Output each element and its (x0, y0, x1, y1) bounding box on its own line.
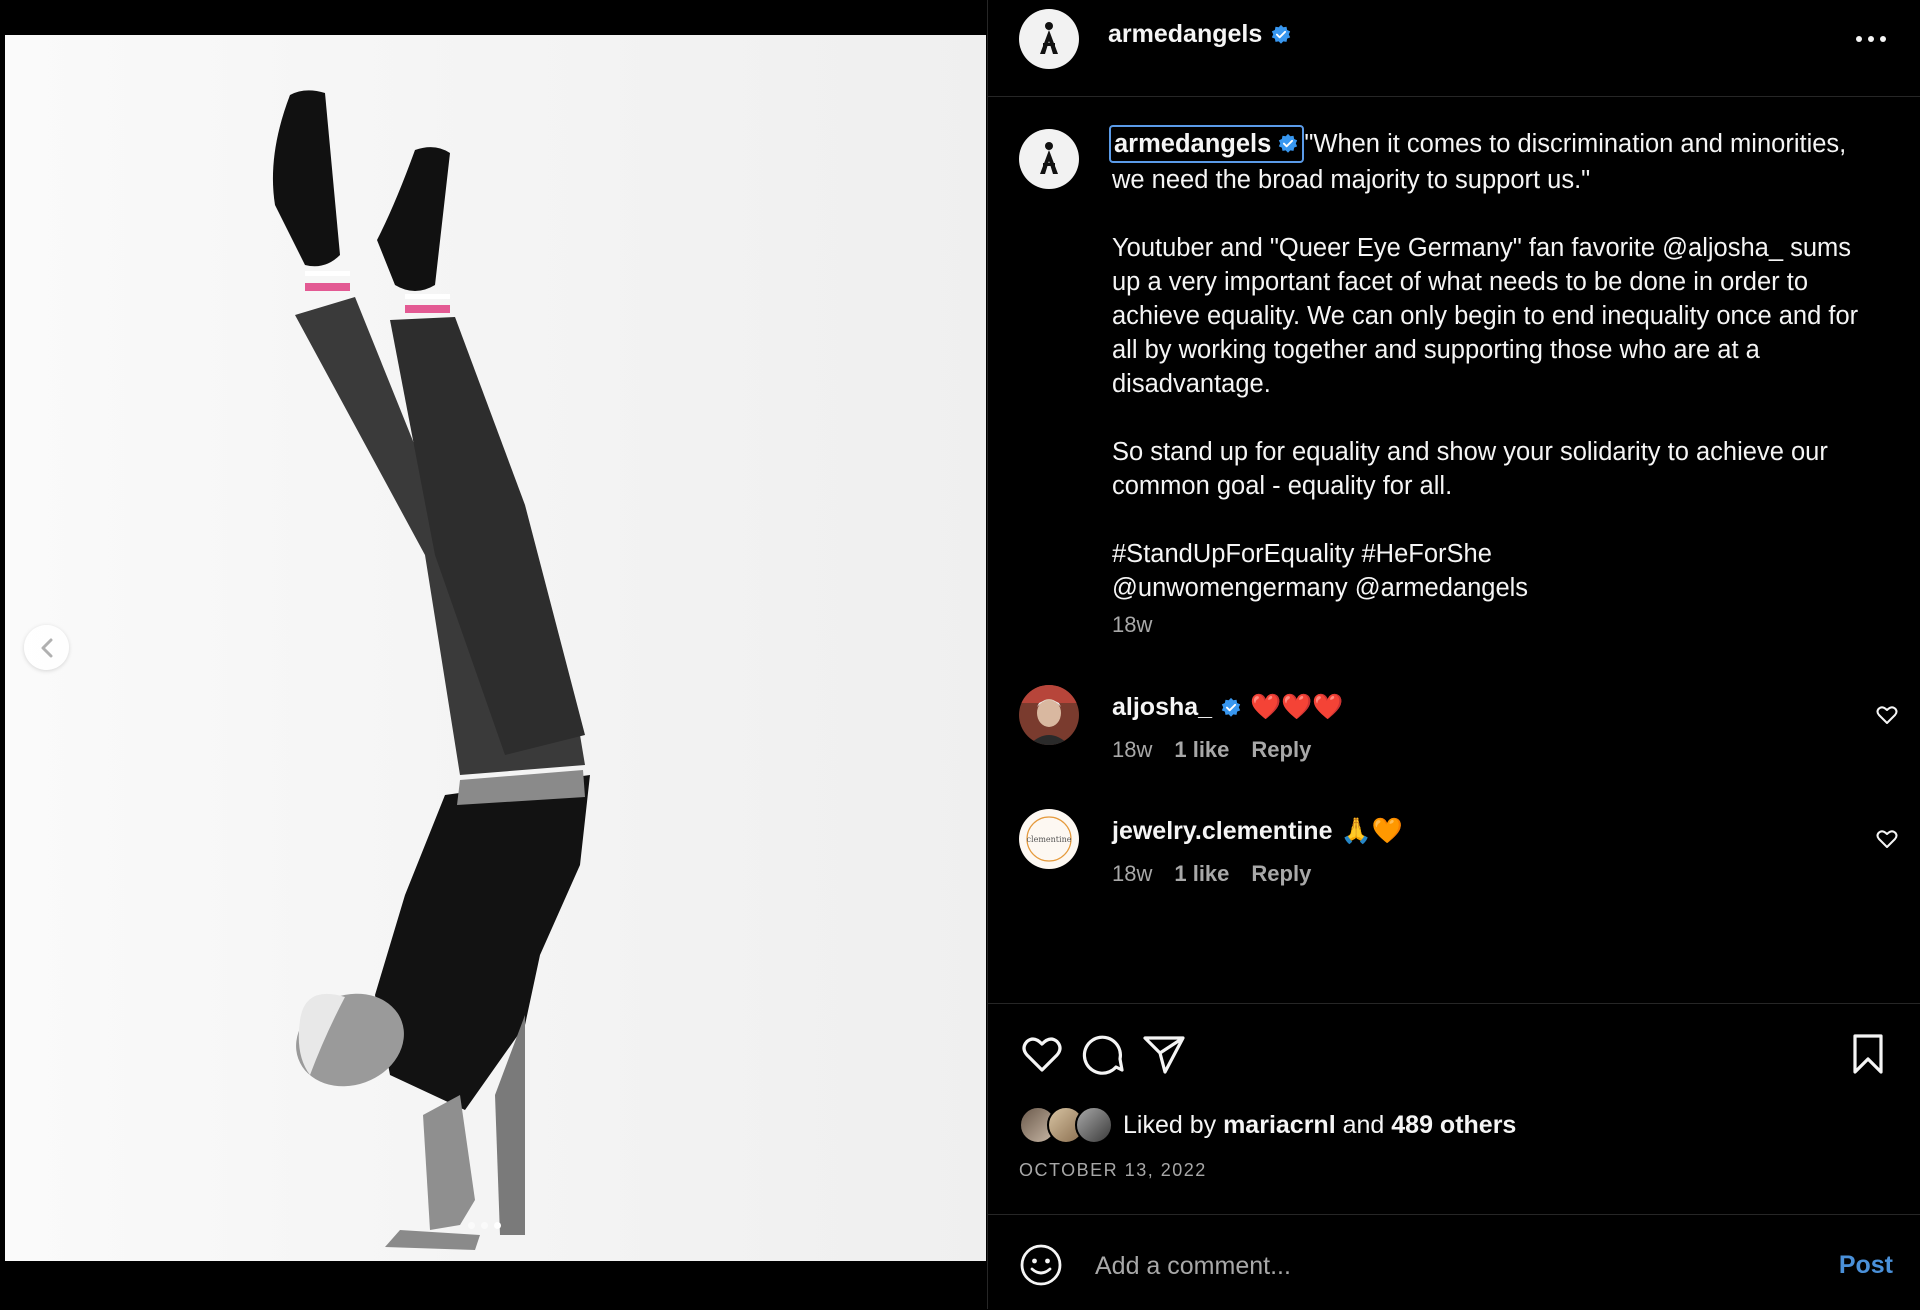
comment-composer: Post (988, 1214, 1920, 1310)
caption-hashtags[interactable]: #StandUpForEquality #HeForShe @unwomenge… (1112, 540, 1528, 602)
avatar (1075, 1106, 1113, 1144)
carousel-prev-button[interactable] (24, 625, 69, 670)
liked-by-others[interactable]: 489 others (1391, 1111, 1516, 1140)
post-actions: Liked by mariacrnl and 489 others OCTOBE… (988, 1003, 1920, 1214)
liker-avatars[interactable] (1019, 1106, 1113, 1144)
more-horizontal-icon[interactable] (1851, 24, 1891, 54)
comment-text: 🙏🧡 (1340, 817, 1403, 845)
post-details-panel: armedangels armedangels "When it comes to… (987, 0, 1920, 1309)
chevron-left-icon (41, 638, 52, 657)
post-comment-button[interactable]: Post (1839, 1251, 1893, 1280)
share-icon[interactable] (1141, 1031, 1187, 1077)
comment-icon[interactable] (1080, 1031, 1126, 1077)
caption-timestamp[interactable]: 18w (1112, 612, 1152, 638)
caption-text: armedangels "When it comes to discriminat… (1109, 125, 1872, 605)
avatar[interactable] (1019, 685, 1079, 745)
post-photo (5, 35, 986, 1261)
carousel-dot (481, 1222, 488, 1229)
liked-by-user[interactable]: mariacrnl (1223, 1111, 1336, 1140)
armedangels-logo-icon (1040, 22, 1058, 54)
likes-summary: Liked by mariacrnl and 489 others (1019, 1106, 1516, 1144)
comment-likes[interactable]: 1 like (1174, 861, 1229, 887)
heart-icon[interactable] (1019, 1031, 1065, 1077)
caption-paragraph: Youtuber and "Queer Eye Germany" fan fav… (1112, 234, 1866, 398)
avatar[interactable]: clementine (1019, 809, 1079, 869)
comment-input[interactable] (1093, 1243, 1777, 1289)
post-caption: armedangels "When it comes to discriminat… (988, 100, 1920, 1000)
avatar[interactable] (1019, 9, 1079, 69)
heart-icon[interactable] (1875, 703, 1899, 727)
emoji-icon[interactable] (1019, 1243, 1063, 1287)
verified-badge-icon (1272, 24, 1291, 44)
comment-reply-button[interactable]: Reply (1251, 737, 1311, 763)
aljosha-avatar-image (1019, 685, 1079, 745)
verified-badge-icon (1221, 697, 1241, 717)
caption-paragraph: So stand up for equality and show your s… (1112, 438, 1835, 500)
handstand-photo-illustration (272, 90, 590, 1250)
caption-username[interactable]: armedangels (1109, 125, 1305, 163)
media-viewer (0, 0, 987, 1309)
comment-reply-button[interactable]: Reply (1251, 861, 1311, 887)
comment-username[interactable]: aljosha_ (1112, 693, 1212, 722)
comment-timestamp[interactable]: 18w (1112, 737, 1152, 763)
verified-badge-icon (1279, 133, 1298, 153)
carousel-indicator (468, 1222, 501, 1229)
clementine-logo-text: clementine (1027, 835, 1072, 844)
comment-timestamp[interactable]: 18w (1112, 861, 1152, 887)
comment-text: ❤️❤️❤️ (1250, 693, 1344, 721)
comment-username[interactable]: jewelry.clementine (1112, 817, 1332, 846)
post-header: armedangels (988, 0, 1920, 97)
comment-likes[interactable]: 1 like (1174, 737, 1229, 763)
post-date[interactable]: OCTOBER 13, 2022 (1019, 1160, 1207, 1181)
bookmark-icon[interactable] (1845, 1031, 1891, 1077)
liked-by-prefix: Liked by (1123, 1110, 1217, 1139)
header-username[interactable]: armedangels (1108, 20, 1262, 49)
comment-item: aljosha_ ❤️❤️❤️ 18w 1 like Reply (988, 685, 1920, 775)
clementine-logo-icon: clementine (1020, 810, 1078, 868)
armedangels-logo-icon (1040, 142, 1058, 174)
avatar[interactable] (1019, 129, 1079, 189)
carousel-dot-active (494, 1222, 501, 1229)
heart-icon[interactable] (1875, 827, 1899, 851)
carousel-dot (468, 1222, 475, 1229)
liked-by-and: and (1342, 1110, 1385, 1139)
comment-item: clementine jewelry.clementine 🙏🧡 18w 1 l… (988, 809, 1920, 899)
